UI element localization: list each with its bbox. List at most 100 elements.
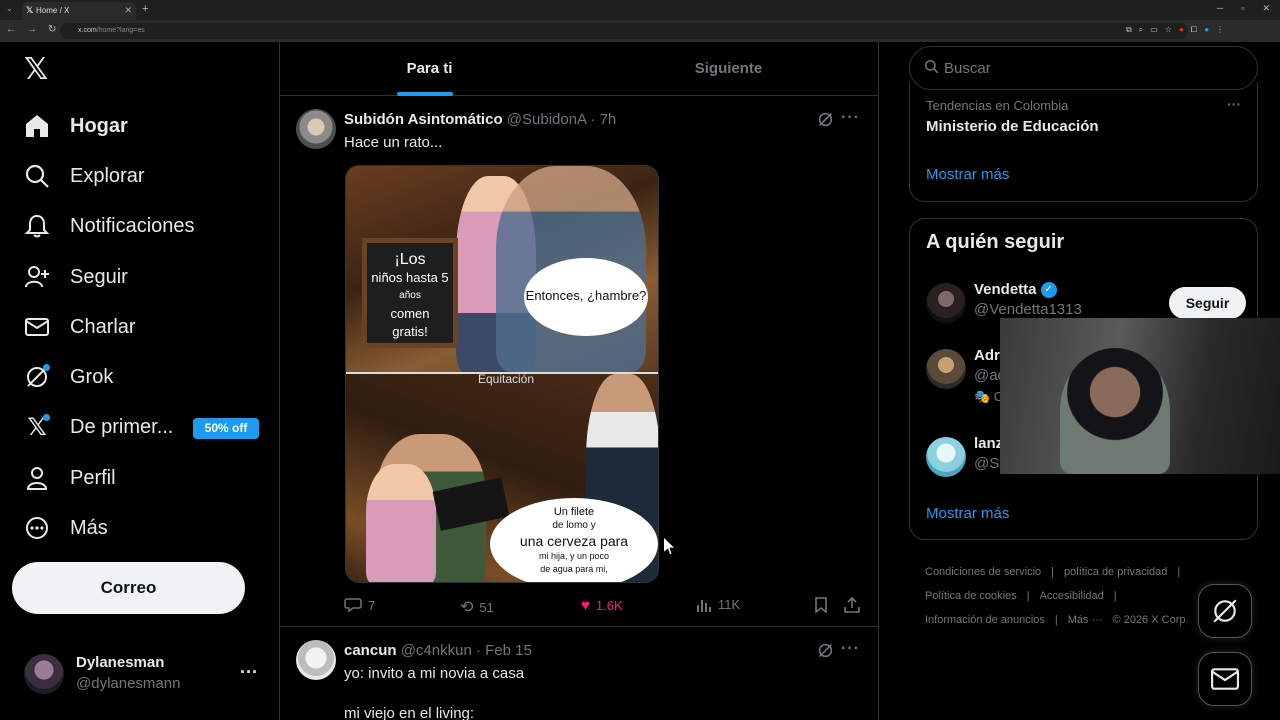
browser-tab-strip: ⌄ 𝕏 Home / X ✕ + ─ ▫ ✕ bbox=[0, 0, 1280, 20]
mail-icon bbox=[24, 314, 50, 340]
share-button[interactable] bbox=[844, 597, 860, 613]
tweet-author-handle[interactable]: @c4nkkun bbox=[401, 642, 472, 659]
tweet[interactable]: cancun @c4nkkun · Feb 15 ··· yo: invito … bbox=[280, 628, 878, 720]
tab-close-icon[interactable]: ✕ bbox=[124, 5, 132, 16]
nav-follow[interactable]: Seguir bbox=[24, 260, 128, 294]
x-logo-icon[interactable]: 𝕏 bbox=[24, 55, 52, 85]
reply-icon bbox=[344, 598, 362, 613]
suggestion-name[interactable]: lanz bbox=[974, 435, 1003, 452]
tweet-time[interactable]: · 7h bbox=[590, 111, 616, 128]
post-button[interactable]: Correo bbox=[12, 562, 245, 614]
tweet-author-name[interactable]: Subidón Asintomático bbox=[344, 111, 503, 128]
trend-more-icon[interactable]: ··· bbox=[1227, 96, 1241, 112]
search-icon bbox=[924, 59, 939, 78]
back-icon[interactable]: ← bbox=[6, 24, 16, 35]
repost-button[interactable]: ⟲ 51 bbox=[460, 597, 494, 617]
cast-icon[interactable]: ▭ bbox=[1150, 25, 1158, 35]
browser-tab[interactable]: 𝕏 Home / X ✕ bbox=[22, 2, 136, 20]
avatar[interactable] bbox=[296, 640, 336, 680]
tweet-more-icon[interactable]: ··· bbox=[841, 109, 860, 127]
avatar[interactable] bbox=[296, 109, 336, 149]
grok-explain-icon[interactable] bbox=[817, 111, 834, 133]
messages-floating-button[interactable] bbox=[1198, 652, 1252, 706]
like-button[interactable]: ♥ 1.6K bbox=[581, 597, 623, 614]
bookmark-star-icon[interactable]: ☆ bbox=[1165, 25, 1172, 35]
extension-record-icon[interactable]: ● bbox=[1179, 25, 1184, 35]
like-count: 1.6K bbox=[595, 598, 623, 613]
grok-floating-button[interactable] bbox=[1198, 584, 1252, 638]
zoom-icon[interactable]: ⌕ bbox=[1139, 25, 1143, 35]
extensions-puzzle-icon[interactable]: ⧠ bbox=[1191, 25, 1197, 35]
bookmark-icon bbox=[815, 597, 827, 613]
trend-item[interactable]: Ministerio de Educación bbox=[926, 118, 1099, 135]
suggestion-handle: @Vendetta1313 bbox=[974, 301, 1082, 318]
search-icon bbox=[24, 163, 50, 189]
nav-grok[interactable]: Grok bbox=[24, 360, 113, 394]
nav-profile[interactable]: Perfil bbox=[24, 461, 116, 495]
who-to-follow-title: A quién seguir bbox=[926, 231, 1065, 253]
tweet-more-icon[interactable]: ··· bbox=[841, 640, 860, 658]
suggestion-name[interactable]: Adr bbox=[974, 347, 1000, 364]
webcam-person bbox=[1060, 348, 1170, 474]
account-switcher[interactable]: Dylanesman @dylanesmann ··· bbox=[24, 652, 264, 697]
nav-premium[interactable]: 𝕏 De primer... bbox=[24, 410, 173, 444]
footer-separator: | bbox=[1113, 590, 1117, 602]
new-tab-button[interactable]: + bbox=[142, 3, 148, 15]
follow-show-more[interactable]: Mostrar más bbox=[926, 505, 1009, 522]
tweet-time[interactable]: · Feb 15 bbox=[476, 642, 532, 659]
account-handle: @dylanesmann bbox=[76, 675, 181, 692]
nav-home[interactable]: Hogar bbox=[24, 109, 128, 143]
reply-button[interactable]: 7 bbox=[344, 597, 375, 613]
search-box[interactable] bbox=[909, 46, 1258, 90]
close-window-icon[interactable]: ✕ bbox=[1262, 3, 1270, 14]
footer-link[interactable]: Más ··· bbox=[1068, 614, 1103, 626]
grok-explain-icon[interactable] bbox=[817, 642, 834, 664]
browser-menu-icon[interactable]: ⋮ bbox=[1216, 25, 1224, 35]
forward-icon[interactable]: → bbox=[27, 24, 37, 35]
tweet-header: Subidón Asintomático @SubidonA · 7h bbox=[344, 111, 616, 128]
maximize-icon[interactable]: ▫ bbox=[1241, 3, 1244, 14]
nav-messages[interactable]: Charlar bbox=[24, 310, 136, 344]
tab-following[interactable]: Siguiente bbox=[579, 42, 878, 96]
footer-copyright: © 2026 X Corp. bbox=[1112, 614, 1189, 626]
footer-link[interactable]: Política de cookies bbox=[925, 590, 1017, 602]
tab-following-label: Siguiente bbox=[694, 60, 763, 77]
search-input[interactable] bbox=[944, 57, 1244, 79]
footer-link[interactable]: Información de anuncios bbox=[925, 614, 1045, 626]
tweet[interactable]: Subidón Asintomático @SubidonA · 7h ··· … bbox=[280, 97, 878, 627]
footer-link[interactable]: política de privacidad bbox=[1064, 566, 1167, 578]
nav-explore[interactable]: Explorar bbox=[24, 159, 144, 193]
avatar[interactable] bbox=[926, 283, 966, 323]
tweet-image[interactable]: ¡Los niños hasta 5 años comen gratis! En… bbox=[345, 165, 659, 583]
views-button[interactable]: 11K bbox=[696, 597, 740, 612]
nav-premium-label: De primer... bbox=[70, 415, 174, 438]
reload-icon[interactable]: ↻ bbox=[48, 24, 56, 35]
tab-list-icon[interactable]: ⌄ bbox=[6, 4, 13, 13]
footer-separator: | bbox=[1177, 566, 1181, 578]
suggestion-name[interactable]: Vendetta ✓ bbox=[974, 281, 1057, 298]
tweet-author-name[interactable]: cancun bbox=[344, 642, 397, 659]
profile-icon[interactable]: ● bbox=[1204, 25, 1209, 35]
translate-icon[interactable]: ⧉ bbox=[1126, 25, 1132, 35]
follow-button[interactable]: Seguir bbox=[1169, 287, 1246, 319]
avatar[interactable] bbox=[926, 437, 966, 477]
footer-link[interactable]: Condiciones de servicio bbox=[925, 566, 1041, 578]
bookmark-button[interactable] bbox=[814, 597, 828, 613]
account-more-icon[interactable]: ··· bbox=[240, 662, 258, 683]
trends-box: Tendencias en Colombia Ministerio de Edu… bbox=[909, 82, 1258, 202]
board-line-3: años bbox=[399, 290, 421, 301]
footer-link[interactable]: Accesibilidad bbox=[1040, 590, 1104, 602]
grok-badge-dot bbox=[43, 364, 50, 371]
url-field[interactable]: x.com/home?lang=es bbox=[60, 23, 1188, 39]
nav-notifications[interactable]: Notificaciones bbox=[24, 209, 195, 243]
tweet-author-handle[interactable]: @SubidonA bbox=[507, 111, 586, 128]
nav-more[interactable]: Más bbox=[24, 511, 108, 545]
nav-profile-label: Perfil bbox=[70, 466, 116, 489]
minimize-icon[interactable]: ─ bbox=[1217, 3, 1223, 14]
premium-discount-badge[interactable]: 50% off bbox=[193, 418, 259, 439]
trends-show-more[interactable]: Mostrar más bbox=[926, 166, 1009, 183]
child-seated-figure bbox=[366, 464, 436, 582]
tab-for-you[interactable]: Para ti bbox=[280, 42, 579, 96]
avatar[interactable] bbox=[926, 349, 966, 389]
reply-count: 7 bbox=[368, 597, 376, 613]
